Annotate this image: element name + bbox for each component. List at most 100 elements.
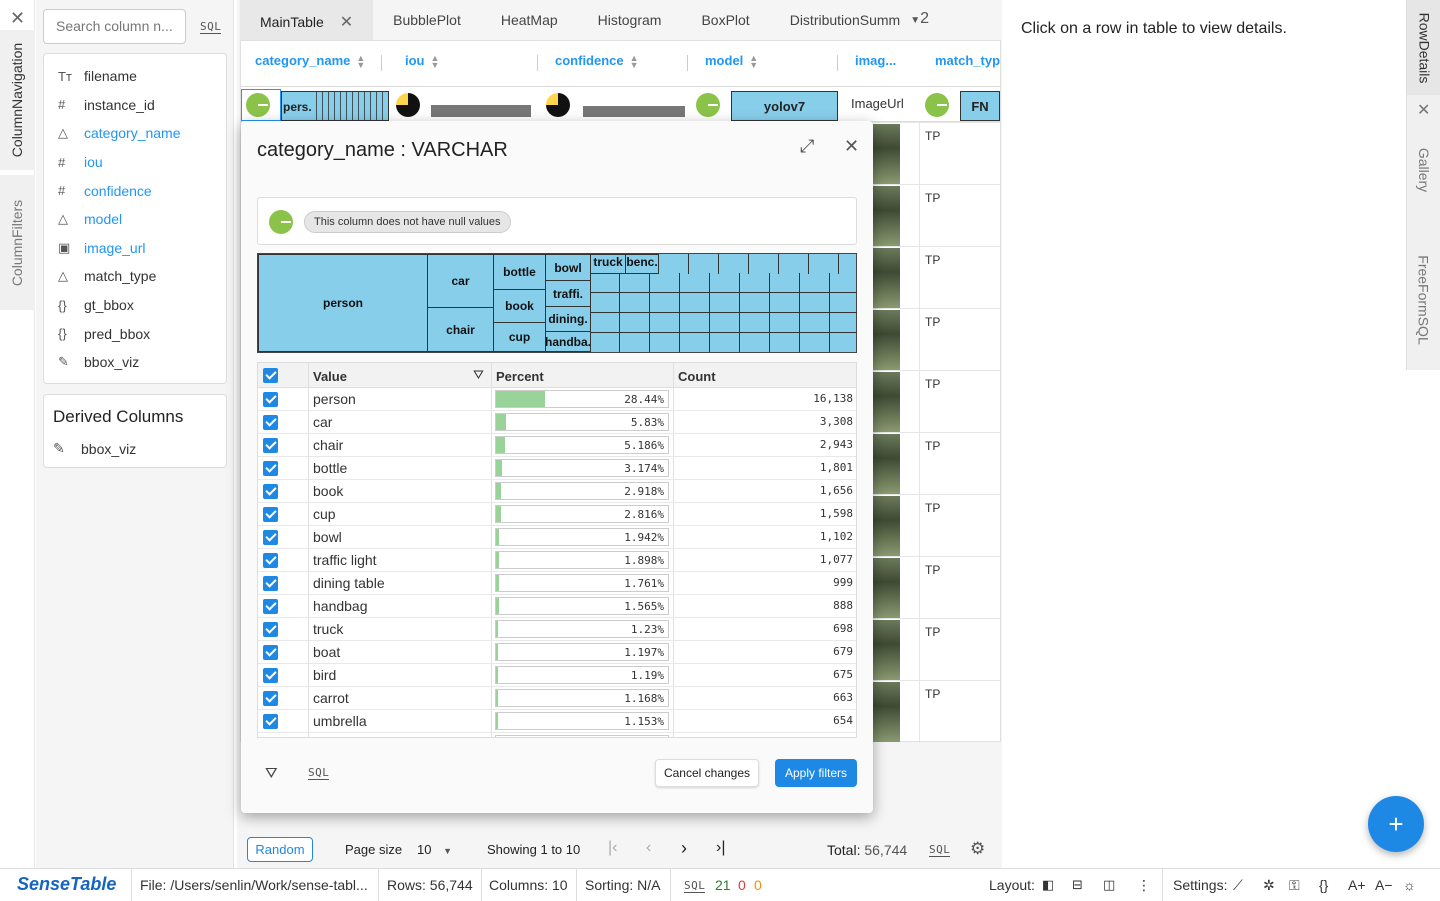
column-search-input[interactable]: Search column n... [43, 9, 186, 44]
tab-box-plot[interactable]: BoxPlot [681, 0, 769, 40]
gear-icon[interactable]: ⚙ [970, 839, 985, 859]
header-model[interactable]: model ▲ ▼ [705, 53, 758, 69]
value-checkbox[interactable] [263, 507, 278, 522]
confidence-histogram[interactable] [583, 97, 685, 117]
value-checkbox[interactable] [263, 530, 278, 545]
value-row-partial[interactable] [258, 733, 856, 738]
font-increase-icon[interactable]: A+ [1348, 877, 1366, 893]
close-tab-icon[interactable]: ✕ [340, 14, 353, 31]
performance-icon[interactable]: ⟋ [1233, 877, 1243, 894]
column-item-iou[interactable]: # iou [44, 148, 226, 177]
close-icon[interactable]: ✕ [10, 8, 25, 29]
first-page-icon[interactable]: |‹ [608, 839, 617, 857]
header-iou[interactable]: iou ▲ ▼ [405, 53, 439, 69]
value-row[interactable]: chair 5.186% 2,943 [258, 434, 856, 457]
column-item-bbox-viz[interactable]: ✎ bbox_viz [44, 348, 226, 377]
treemap-small-cells-top[interactable] [659, 254, 857, 274]
tabs-overflow-button[interactable]: ▼2 [904, 0, 929, 40]
treemap-cell-bowl[interactable]: bowl [545, 254, 591, 281]
layout-left-icon[interactable]: ◧ [1042, 877, 1054, 893]
treemap-cell-car[interactable]: car [427, 254, 494, 308]
sql-button[interactable]: SQL [929, 844, 951, 857]
value-checkbox[interactable] [263, 576, 278, 591]
layout-bottom-icon[interactable]: ⊟ [1072, 877, 1083, 893]
sql-history-button[interactable]: SQL [684, 880, 706, 893]
value-checkbox[interactable] [263, 691, 278, 706]
prev-page-icon[interactable]: ‹ [646, 839, 651, 857]
header-confidence[interactable]: confidence ▲ ▼ [555, 53, 639, 69]
column-item-confidence[interactable]: # confidence [44, 176, 226, 205]
value-checkbox[interactable] [263, 392, 278, 407]
sort-icon[interactable]: ▲ ▼ [749, 53, 758, 69]
treemap-cell-bottle[interactable]: bottle [493, 254, 546, 290]
category-treemap-mini[interactable]: pers. [281, 91, 389, 121]
add-button[interactable]: + [1368, 796, 1424, 852]
value-checkbox[interactable] [263, 484, 278, 499]
sql-button[interactable]: SQL [308, 767, 330, 780]
value-checkbox[interactable] [263, 415, 278, 430]
layout-split-icon[interactable]: ◫ [1103, 877, 1115, 893]
random-button[interactable]: Random [247, 837, 313, 862]
value-checkbox[interactable] [263, 645, 278, 660]
header-match-type[interactable]: match_typ [935, 53, 1000, 68]
filter-icon[interactable]: ⛛ [473, 367, 484, 383]
treemap-cell-dining-table[interactable]: dining. [545, 306, 591, 332]
cancel-changes-button[interactable]: Cancel changes [655, 759, 759, 787]
column-item-model[interactable]: △ model [44, 205, 226, 234]
sql-button[interactable]: SQL [200, 21, 222, 34]
value-checkbox[interactable] [263, 438, 278, 453]
column-item-match-type[interactable]: △ match_type [44, 262, 226, 291]
value-checkbox[interactable] [263, 622, 278, 637]
value-row[interactable]: cup 2.816% 1,598 [258, 503, 856, 526]
tab-column-filters[interactable]: ColumnFilters [0, 175, 35, 310]
more-icon[interactable]: ⋮ [1137, 877, 1151, 894]
next-page-icon[interactable]: › [681, 838, 687, 859]
theme-icon[interactable]: ☼ [1403, 877, 1416, 893]
value-row[interactable]: bowl 1.942% 1,102 [258, 526, 856, 549]
font-decrease-icon[interactable]: A− [1375, 877, 1393, 893]
treemap-cell-person[interactable]: person [258, 254, 428, 352]
value-checkbox[interactable] [263, 737, 278, 738]
column-item-category-name[interactable]: △ category_name [44, 119, 226, 148]
value-checkbox[interactable] [263, 461, 278, 476]
column-item-image-url[interactable]: ▣ image_url [44, 234, 226, 263]
value-row[interactable]: bird 1.19% 675 [258, 664, 856, 687]
value-row[interactable]: carrot 1.168% 663 [258, 687, 856, 710]
tab-main-table[interactable]: MainTable ✕ [240, 0, 374, 40]
value-row[interactable]: dining table 1.761% 999 [258, 572, 856, 595]
tab-distribution-summary[interactable]: DistributionSumm [770, 0, 904, 40]
treemap-cell-chair[interactable]: chair [427, 307, 494, 352]
treemap-cell-book[interactable]: book [493, 289, 546, 323]
value-row[interactable]: handbag 1.565% 888 [258, 595, 856, 618]
column-item-gt-bbox[interactable]: {} gt_bbox [44, 291, 226, 320]
header-image-url[interactable]: imag... [855, 53, 896, 68]
treemap-cell-truck[interactable]: truck [590, 254, 626, 274]
treemap-cell-bench[interactable]: benc. [625, 254, 659, 274]
value-row[interactable]: boat 1.197% 679 [258, 641, 856, 664]
value-row[interactable]: book 2.918% 1,656 [258, 480, 856, 503]
select-all-checkbox[interactable] [263, 368, 278, 383]
treemap-small-cells[interactable] [590, 273, 857, 352]
page-size-select[interactable]: 10 ▼ [417, 842, 452, 857]
sort-icon[interactable]: ▲ ▼ [356, 53, 365, 69]
close-icon[interactable]: ✕ [844, 136, 859, 157]
value-row[interactable]: person 28.44% 16,138 [258, 388, 856, 411]
apply-filters-button[interactable]: Apply filters [775, 759, 857, 787]
match-summary-bar[interactable]: FN [960, 91, 1000, 121]
derived-column-item[interactable]: ✎ bbox_viz [53, 440, 136, 457]
column-item-instance-id[interactable]: # instance_id [44, 91, 226, 120]
tab-heat-map[interactable]: HeatMap [481, 0, 578, 40]
expand-icon[interactable]: ⤢ [800, 136, 814, 157]
value-checkbox[interactable] [263, 599, 278, 614]
sort-icon[interactable]: ▲ ▼ [630, 53, 639, 69]
column-separator[interactable] [837, 55, 838, 71]
tab-bubble-plot[interactable]: BubblePlot [373, 0, 481, 40]
model-summary-bar[interactable]: yolov7 [731, 91, 838, 121]
tab-row-details[interactable]: RowDetails [1407, 0, 1440, 95]
header-category-name[interactable]: category_name ▲ ▼ [255, 53, 365, 69]
tab-column-navigation[interactable]: ColumnNavigation [0, 30, 35, 170]
category-treemap[interactable]: person car chair bottle book cup bowl tr… [257, 253, 857, 353]
value-checkbox[interactable] [263, 668, 278, 683]
sort-icon[interactable]: ▲ ▼ [431, 53, 440, 69]
treemap-cell-cup[interactable]: cup [493, 322, 546, 352]
